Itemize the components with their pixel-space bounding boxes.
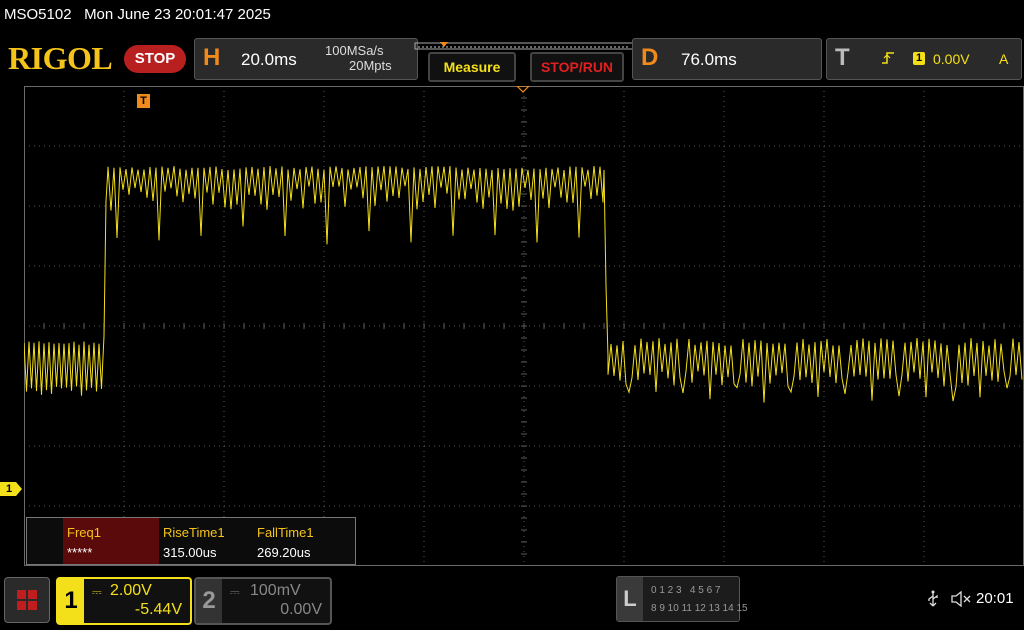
measure-button[interactable]: Measure (428, 52, 516, 82)
channel1-number: 1 (58, 579, 84, 623)
channel1-scale: 2.00V (110, 582, 152, 599)
channel1-trace (24, 165, 1023, 403)
measurement-label: RiseTime1 (163, 525, 225, 540)
rising-edge-icon (882, 52, 894, 64)
stop-run-button[interactable]: STOP/RUN (530, 52, 624, 82)
channel1-offset-label: 1 (6, 483, 13, 495)
model-name: MSO5102 (4, 6, 72, 23)
memory-depth: 20Mpts (349, 58, 392, 73)
delay-panel[interactable]: D 76.0ms (632, 38, 822, 80)
measurement-label: Freq1 (67, 525, 101, 540)
run-state-badge[interactable]: STOP (124, 45, 186, 73)
graticule (24, 86, 1024, 566)
trigger-mode: A (999, 51, 1009, 67)
speaker-muted-icon[interactable] (950, 591, 972, 607)
measurement-value: 315.00us (163, 545, 217, 560)
timebase-value: 20.0ms (241, 50, 297, 69)
delay-value: 76.0ms (681, 50, 737, 69)
measurement-value: 269.20us (257, 545, 311, 560)
channel1-box[interactable]: 1 ⎓ 2.00V -5.44V (56, 577, 192, 625)
sample-rate: 100MSa/s (325, 43, 384, 58)
clock-time: 20:01 (976, 590, 1014, 607)
trigger-level-marker[interactable]: T (137, 94, 150, 108)
trigger-level: 0.00V (933, 51, 970, 67)
channel2-number: 2 (196, 579, 222, 623)
measurement-freq[interactable]: Freq1 ***** (63, 518, 159, 564)
measurement-value: ***** (67, 545, 93, 560)
channel2-scale: 100mV (250, 582, 301, 599)
channel1-offset: -5.44V (134, 601, 182, 618)
date-time: Mon June 23 20:01:47 2025 (84, 6, 271, 23)
grid-menu-icon (17, 590, 37, 610)
trigger-letter: T (835, 44, 850, 71)
horizontal-panel[interactable]: H 20.0ms 100MSa/s 20Mpts (194, 38, 418, 80)
measurement-risetime[interactable]: RiseTime1 315.00us (159, 518, 255, 564)
dc-coupling-icon: ⎓ (92, 585, 102, 599)
logic-letter: L (617, 577, 643, 621)
measurement-label: FallTime1 (257, 525, 314, 540)
channel2-box[interactable]: 2 ⎓ 100mV 0.00V (194, 577, 332, 625)
measurement-falltime[interactable]: FallTime1 269.20us (253, 518, 353, 564)
trigger-source-badge: 1 (913, 52, 925, 65)
memory-position-bar (414, 38, 634, 50)
logic-analyzer-box[interactable]: L 0 1 2 3 4 5 6 7 8 9 10 11 12 13 14 15 (616, 576, 748, 622)
rigol-logo: RIGOL (8, 40, 113, 76)
channel1-offset-marker[interactable]: 1 (0, 482, 22, 496)
dc-coupling-icon: ⎓ (230, 585, 240, 599)
measurement-panel[interactable]: Freq1 ***** RiseTime1 315.00us FallTime1… (26, 517, 356, 565)
horizontal-letter: H (203, 44, 221, 71)
trigger-panel[interactable]: T 1 0.00V A (826, 38, 1022, 80)
usb-icon (928, 590, 938, 607)
delay-letter: D (641, 44, 659, 71)
menu-button[interactable] (4, 577, 50, 623)
logic-channels-high: 8 9 10 11 12 13 14 15 (651, 603, 748, 614)
channel2-offset: 0.00V (280, 601, 322, 618)
logic-channels-low: 0 1 2 3 4 5 6 7 (651, 585, 721, 596)
status-line: MSO5102 Mon June 23 20:01:47 2025 (4, 6, 271, 23)
waveform-grid[interactable] (24, 86, 1024, 566)
trigger-position-marker (516, 86, 530, 93)
